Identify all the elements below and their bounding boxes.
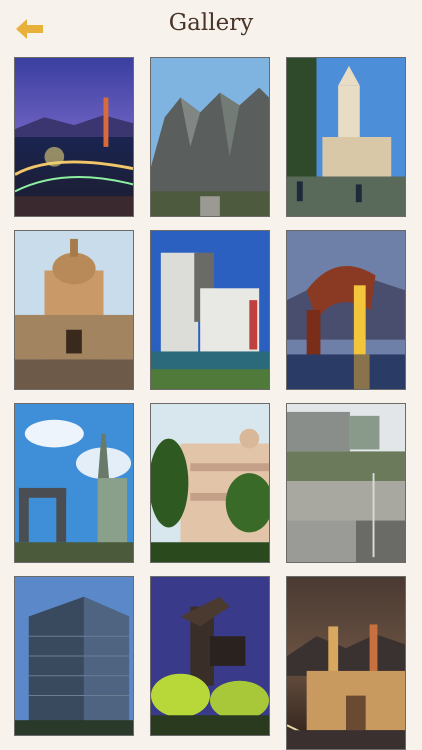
gallery-thumbnail-domed-building[interactable] (14, 230, 134, 390)
gallery-thumbnail-arch-tower[interactable] (14, 403, 134, 563)
gallery-thumbnail-mountains[interactable] (150, 57, 270, 217)
gallery-thumbnail-old-town-night[interactable] (286, 576, 406, 750)
gallery-thumbnail-industrial-monument[interactable] (150, 576, 270, 736)
gallery-thumbnail-city-night[interactable] (14, 57, 134, 217)
gallery-thumbnail-ornate-building[interactable] (150, 403, 270, 563)
gallery-thumbnail-cathedral[interactable] (286, 57, 406, 217)
gallery-thumbnail-plaza[interactable] (286, 403, 406, 563)
gallery-thumbnail-steel-fountain[interactable] (286, 230, 406, 390)
gallery-grid (0, 0, 422, 750)
gallery-thumbnail-modern-towers[interactable] (150, 230, 270, 390)
gallery-thumbnail-glass-tower[interactable] (14, 576, 134, 736)
